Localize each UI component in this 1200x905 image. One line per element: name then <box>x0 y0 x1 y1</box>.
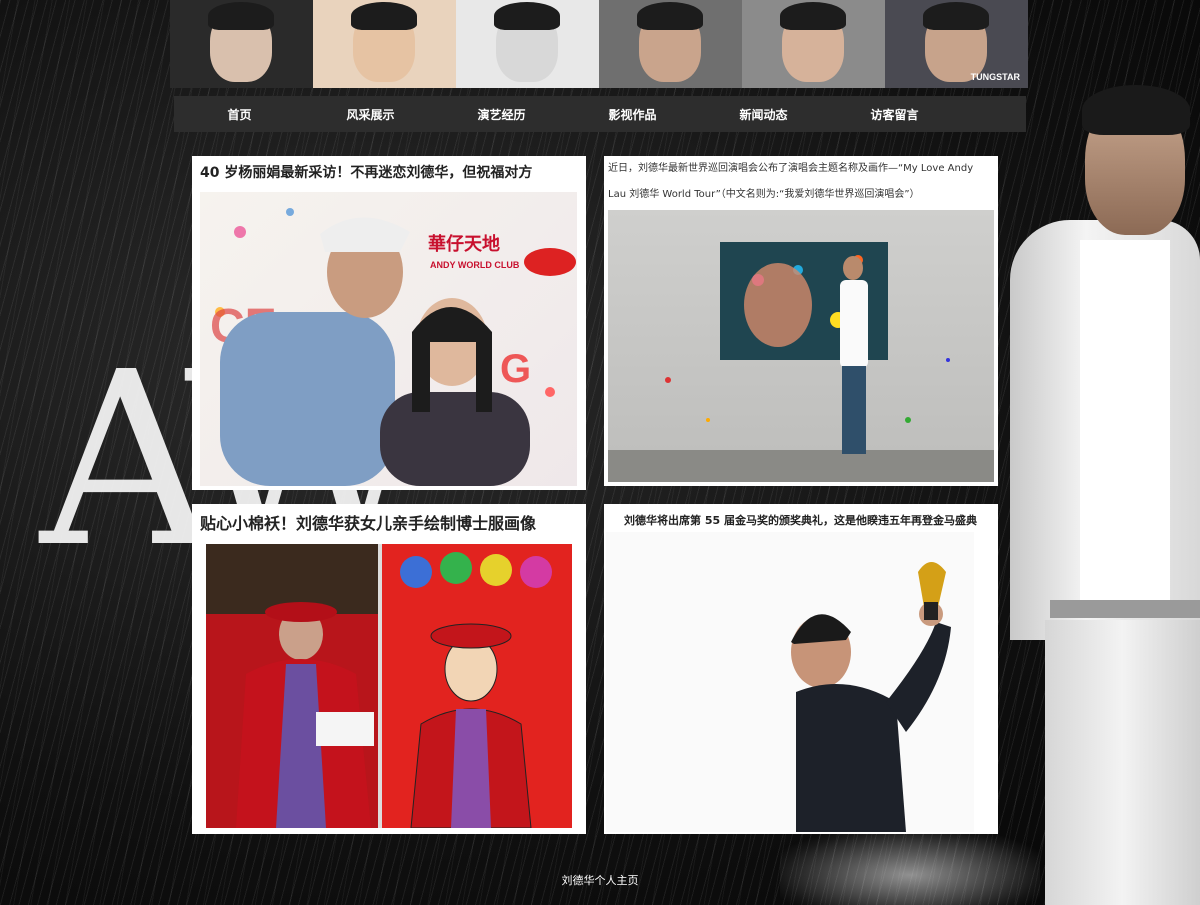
news-card-1-title[interactable]: 40 岁杨丽娟最新采访！不再迷恋刘德华，但祝福对方 <box>200 162 532 182</box>
hair-shape <box>780 2 846 30</box>
news-card-3[interactable]: 贴心小棉袄！刘德华获女儿亲手绘制博士服画像 <box>192 504 586 834</box>
header-photo-strip: TUNGSTAR <box>170 0 1030 88</box>
hair-shape <box>494 2 560 30</box>
club-sign-chinese: 華仔天地 <box>428 233 500 255</box>
background-portrait <box>990 30 1200 905</box>
nav-works[interactable]: 影视作品 <box>567 106 698 123</box>
hair-shape <box>351 2 417 30</box>
news-card-3-title[interactable]: 贴心小棉袄！刘德华获女儿亲手绘制博士服画像 <box>200 510 536 534</box>
news-card-4-image[interactable] <box>606 532 974 832</box>
header-photo-4 <box>599 0 742 88</box>
header-photo-3 <box>456 0 599 88</box>
nav-home[interactable]: 首页 <box>174 106 305 123</box>
nav-news[interactable]: 新闻动态 <box>698 106 829 123</box>
main-nav: 首页 风采展示 演艺经历 影视作品 新闻动态 访客留言 <box>174 96 1026 132</box>
news-card-2[interactable]: 近日，刘德华最新世界巡回演唱会公布了演唱会主题名称及画作—“My Love An… <box>604 156 998 486</box>
news-card-4-title[interactable]: 刘德华将出席第 55 届金马奖的颁奖典礼，这是他睽违五年再登金马盛典 <box>624 512 977 528</box>
header-photo-6: TUNGSTAR <box>885 0 1028 88</box>
hair-shape <box>637 2 703 30</box>
nav-gallery[interactable]: 风采展示 <box>305 106 436 123</box>
hair-shape <box>923 2 989 30</box>
nav-career[interactable]: 演艺经历 <box>436 106 567 123</box>
news-card-2-image[interactable] <box>608 210 994 482</box>
header-photo-5 <box>742 0 885 88</box>
header-photo-1 <box>170 0 313 88</box>
news-card-3-image[interactable] <box>206 544 572 829</box>
news-card-2-text[interactable]: 近日，刘德华最新世界巡回演唱会公布了演唱会主题名称及画作—“My Love An… <box>608 156 994 208</box>
news-card-1-image[interactable]: CE G 華仔天地 ANDY WORLD CLUB <box>200 192 577 486</box>
hair-shape <box>208 2 274 30</box>
header-photo-2 <box>313 0 456 88</box>
footer-text: 刘德华个人主页 <box>561 874 639 887</box>
news-card-1[interactable]: 40 岁杨丽娟最新采访！不再迷恋刘德华，但祝福对方 CE G 華仔天地 ANDY… <box>192 156 586 490</box>
photo-logo-text: TUNGSTAR <box>970 72 1020 82</box>
news-card-4[interactable]: 刘德华将出席第 55 届金马奖的颁奖典礼，这是他睽违五年再登金马盛典 <box>604 504 998 834</box>
water-splash <box>780 830 1040 905</box>
club-sign-english: ANDY WORLD CLUB <box>430 260 520 270</box>
svg-text:G: G <box>500 347 531 391</box>
nav-guestbook[interactable]: 访客留言 <box>829 106 960 123</box>
